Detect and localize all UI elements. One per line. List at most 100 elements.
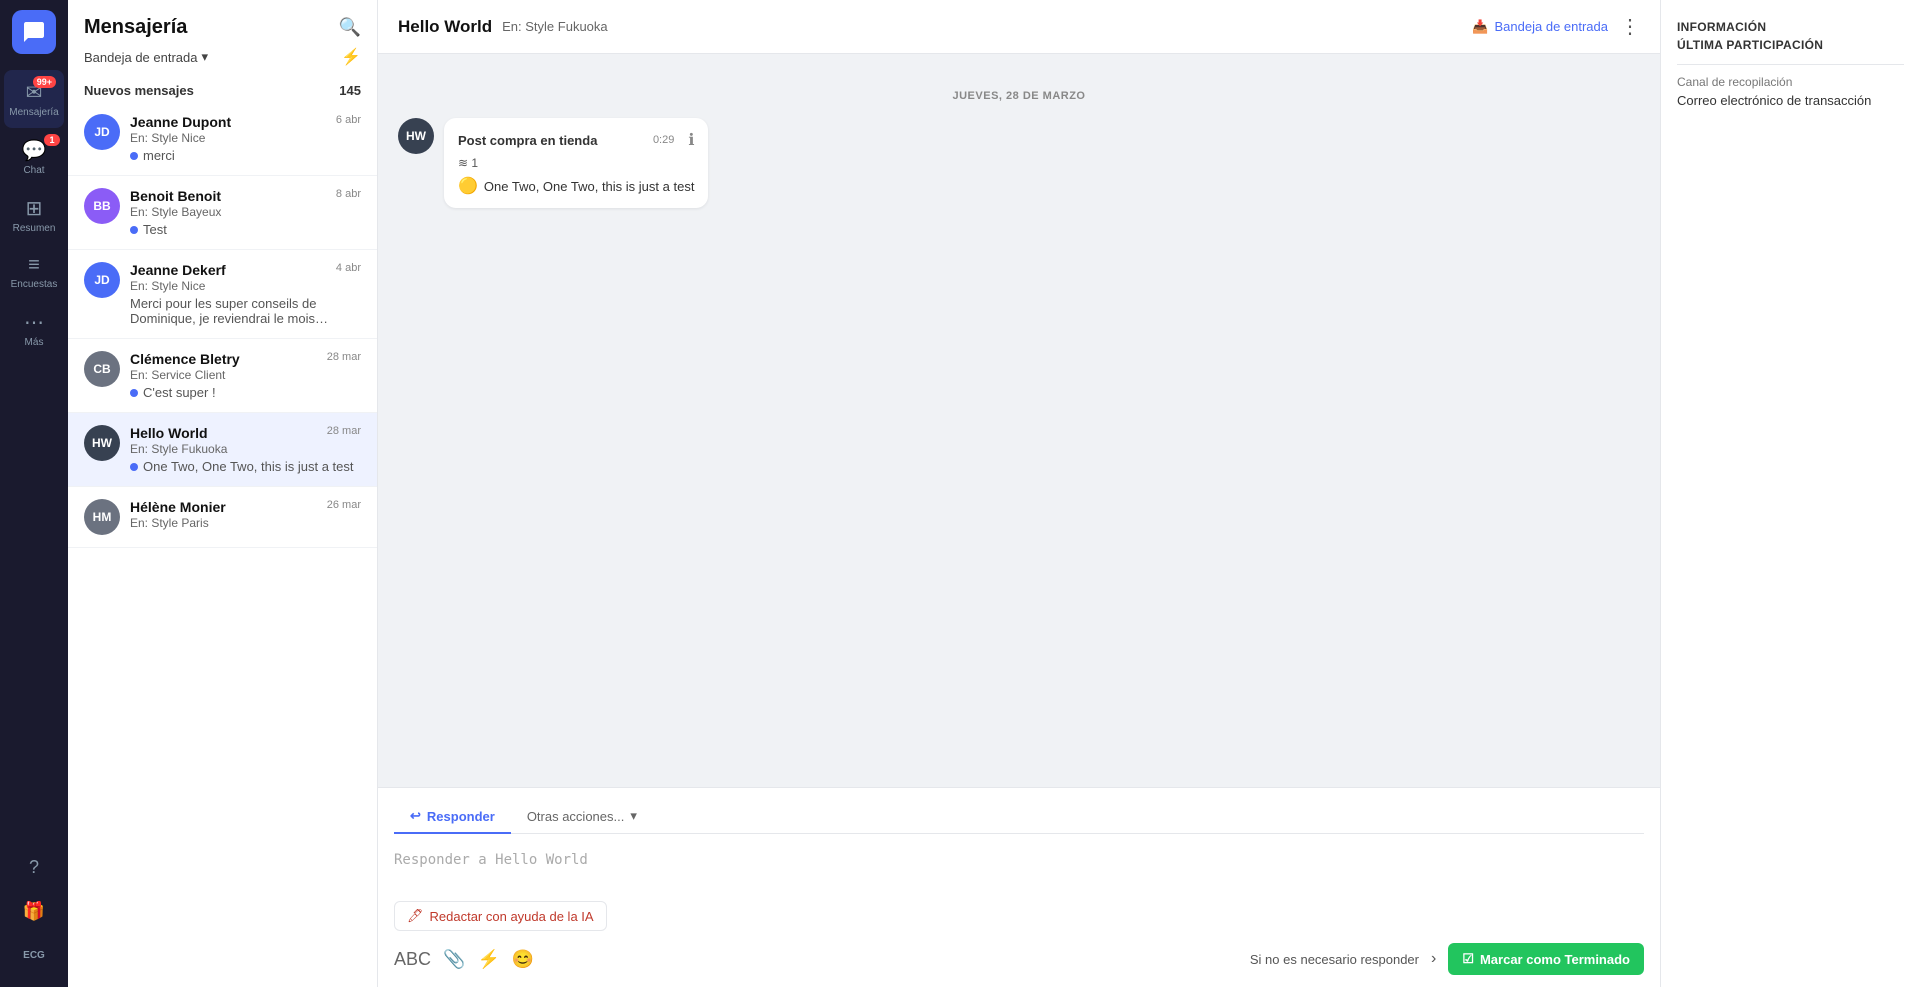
mas-icon: ⋯ xyxy=(24,310,44,335)
reply-input[interactable] xyxy=(394,844,1644,896)
conversation-item-jeanne-dekerf[interactable]: JD Jeanne Dekerf 4 abr En: Style Nice Me… xyxy=(68,250,377,339)
sidebar-item-chat[interactable]: 1 💬 Chat xyxy=(0,128,68,186)
chat-label: Chat xyxy=(23,165,44,176)
tab-other-label: Otras acciones... xyxy=(527,809,625,824)
stack-indicator: ≋ 1 xyxy=(458,156,694,170)
conversation-body: Hello World 28 mar En: Style Fukuoka One… xyxy=(130,425,361,474)
message-row: HW Post compra en tienda 0:29 ℹ ≋ 1 🟡 On… xyxy=(398,118,1640,208)
messages-area: JUEVES, 28 DE MARZO HW Post compra en ti… xyxy=(378,54,1660,787)
conversation-item-clemence-bletry[interactable]: CB Clémence Bletry 28 mar En: Service Cl… xyxy=(68,339,377,413)
conversation-source: En: Style Bayeux xyxy=(130,205,361,219)
tab-reply-label: Responder xyxy=(427,809,495,824)
message-text: One Two, One Two, this is just a test xyxy=(484,179,695,194)
avatar: JD xyxy=(84,114,120,150)
unread-dot xyxy=(130,463,138,471)
message-sender-avatar: HW xyxy=(398,118,434,154)
chevron-right-icon: › xyxy=(1431,950,1436,968)
info-panel: INFORMACIÓN ÚLTIMA PARTICIPACIÓN Canal d… xyxy=(1660,0,1920,987)
inbox-filter[interactable]: Bandeja de entrada ▾ xyxy=(84,49,208,65)
gift-button[interactable]: 🎁 xyxy=(14,891,54,931)
unread-dot xyxy=(130,226,138,234)
conversation-source: En: Style Paris xyxy=(130,516,361,530)
avatar: JD xyxy=(84,262,120,298)
reply-area: ↩ Responder Otras acciones... ▾ 🖊 Redact… xyxy=(378,787,1660,987)
message-time: 0:29 xyxy=(653,134,674,146)
contact-name: Hello World xyxy=(130,425,208,441)
conversation-date: 28 mar xyxy=(327,425,361,437)
conversation-item-helene-monier[interactable]: HM Hélène Monier 26 mar En: Style Paris xyxy=(68,487,377,548)
conversation-header: Hello World 28 mar xyxy=(130,425,361,441)
format-text-icon[interactable]: ABC xyxy=(394,949,431,970)
conversation-header: Benoit Benoit 8 abr xyxy=(130,188,361,204)
tab-reply[interactable]: ↩ Responder xyxy=(394,800,511,834)
unread-dot xyxy=(130,152,138,160)
inbox-filter-label: Bandeja de entrada xyxy=(84,50,197,65)
emoji-icon[interactable]: 😊 xyxy=(512,949,534,970)
conversation-header: Hélène Monier 26 mar xyxy=(130,499,361,515)
section-title: Nuevos mensajes xyxy=(84,83,194,98)
left-navigation: 99+ ✉ Mensajería 1 💬 Chat ⊞ Resumen ≡ En… xyxy=(0,0,68,987)
conversation-header: Jeanne Dupont 6 abr xyxy=(130,114,361,130)
mark-done-button[interactable]: ☑ Marcar como Terminado xyxy=(1448,943,1644,975)
sidebar-item-resumen[interactable]: ⊞ Resumen xyxy=(0,186,68,244)
conversation-item-benoit-benoit[interactable]: BB Benoit Benoit 8 abr En: Style Bayeux … xyxy=(68,176,377,250)
conversation-body: Jeanne Dekerf 4 abr En: Style Nice Merci… xyxy=(130,262,361,326)
canal-value: Correo electrónico de transacción xyxy=(1677,93,1904,108)
conversation-date: 6 abr xyxy=(336,114,361,126)
avatar: HW xyxy=(84,425,120,461)
resumen-icon: ⊞ xyxy=(26,196,43,221)
avatar: HM xyxy=(84,499,120,535)
conversation-item-hello-world[interactable]: HW Hello World 28 mar En: Style Fukuoka … xyxy=(68,413,377,487)
sidebar-item-encuestas[interactable]: ≡ Encuestas xyxy=(0,244,68,300)
chat-badge: 1 xyxy=(44,134,60,146)
app-logo[interactable] xyxy=(12,10,56,54)
conversation-preview: One Two, One Two, this is just a test xyxy=(130,459,361,474)
info-icon[interactable]: ℹ xyxy=(688,130,694,150)
contact-name: Hélène Monier xyxy=(130,499,226,515)
main-chat-area: Hello World En: Style Fukuoka 📥 Bandeja … xyxy=(378,0,1660,987)
conversation-date: 26 mar xyxy=(327,499,361,511)
contact-name: Jeanne Dupont xyxy=(130,114,231,130)
inbox-button[interactable]: 📥 Bandeja de entrada xyxy=(1472,19,1608,35)
contact-name: Benoit Benoit xyxy=(130,188,221,204)
bubble-header: Post compra en tienda 0:29 ℹ xyxy=(458,130,694,150)
message-emoji: 🟡 xyxy=(458,176,478,196)
no-reply-label: Si no es necesario responder xyxy=(1250,952,1419,967)
search-button[interactable]: 🔍 xyxy=(339,17,361,38)
sidebar-item-mensajeria[interactable]: 99+ ✉ Mensajería xyxy=(4,70,64,128)
conversation-body: Jeanne Dupont 6 abr En: Style Nice merci xyxy=(130,114,361,163)
ai-draft-button[interactable]: 🖊 Redactar con ayuda de la IA xyxy=(394,901,607,931)
chat-source: En: Style Fukuoka xyxy=(502,19,608,34)
conversation-header: Clémence Bletry 28 mar xyxy=(130,351,361,367)
ecg-button[interactable]: ECG xyxy=(14,935,54,975)
conversation-source: En: Style Fukuoka xyxy=(130,442,361,456)
nav-bottom-actions: ? 🎁 ECG xyxy=(14,847,54,987)
filter-icon[interactable]: ⚡ xyxy=(341,47,361,67)
conversation-preview: C'est super ! xyxy=(130,385,361,400)
quick-reply-icon[interactable]: ⚡ xyxy=(477,949,499,970)
filter-row: Bandeja de entrada ▾ ⚡ xyxy=(68,47,377,75)
info-title-line2: ÚLTIMA PARTICIPACIÓN xyxy=(1677,38,1904,52)
conversation-item-jeanne-dupont[interactable]: JD Jeanne Dupont 6 abr En: Style Nice me… xyxy=(68,102,377,176)
conversation-header: Jeanne Dekerf 4 abr xyxy=(130,262,361,278)
more-options-button[interactable]: ⋮ xyxy=(1620,14,1640,39)
reply-tabs: ↩ Responder Otras acciones... ▾ xyxy=(394,800,1644,834)
conversation-source: En: Style Nice xyxy=(130,131,361,145)
chevron-down-icon: ▾ xyxy=(630,808,637,824)
tab-other-actions[interactable]: Otras acciones... ▾ xyxy=(511,800,653,834)
mark-done-label: Marcar como Terminado xyxy=(1480,952,1630,967)
sidebar-item-mas[interactable]: ⋯ Más xyxy=(0,300,68,358)
inbox-icon: 📥 xyxy=(1472,19,1488,35)
conversation-body: Hélène Monier 26 mar En: Style Paris xyxy=(130,499,361,530)
inbox-label: Bandeja de entrada xyxy=(1495,19,1608,34)
mas-label: Más xyxy=(25,337,44,348)
unread-dot xyxy=(130,389,138,397)
attach-icon[interactable]: 📎 xyxy=(443,949,465,970)
sidebar-header: Mensajería 🔍 xyxy=(68,0,377,47)
conversation-preview: Test xyxy=(130,222,361,237)
toolbar-icons: ABC 📎 ⚡ 😊 xyxy=(394,949,534,970)
sidebar: Mensajería 🔍 Bandeja de entrada ▾ ⚡ Nuev… xyxy=(68,0,378,987)
help-button[interactable]: ? xyxy=(14,847,54,887)
conversation-date: 4 abr xyxy=(336,262,361,274)
conversation-list: JD Jeanne Dupont 6 abr En: Style Nice me… xyxy=(68,102,377,987)
